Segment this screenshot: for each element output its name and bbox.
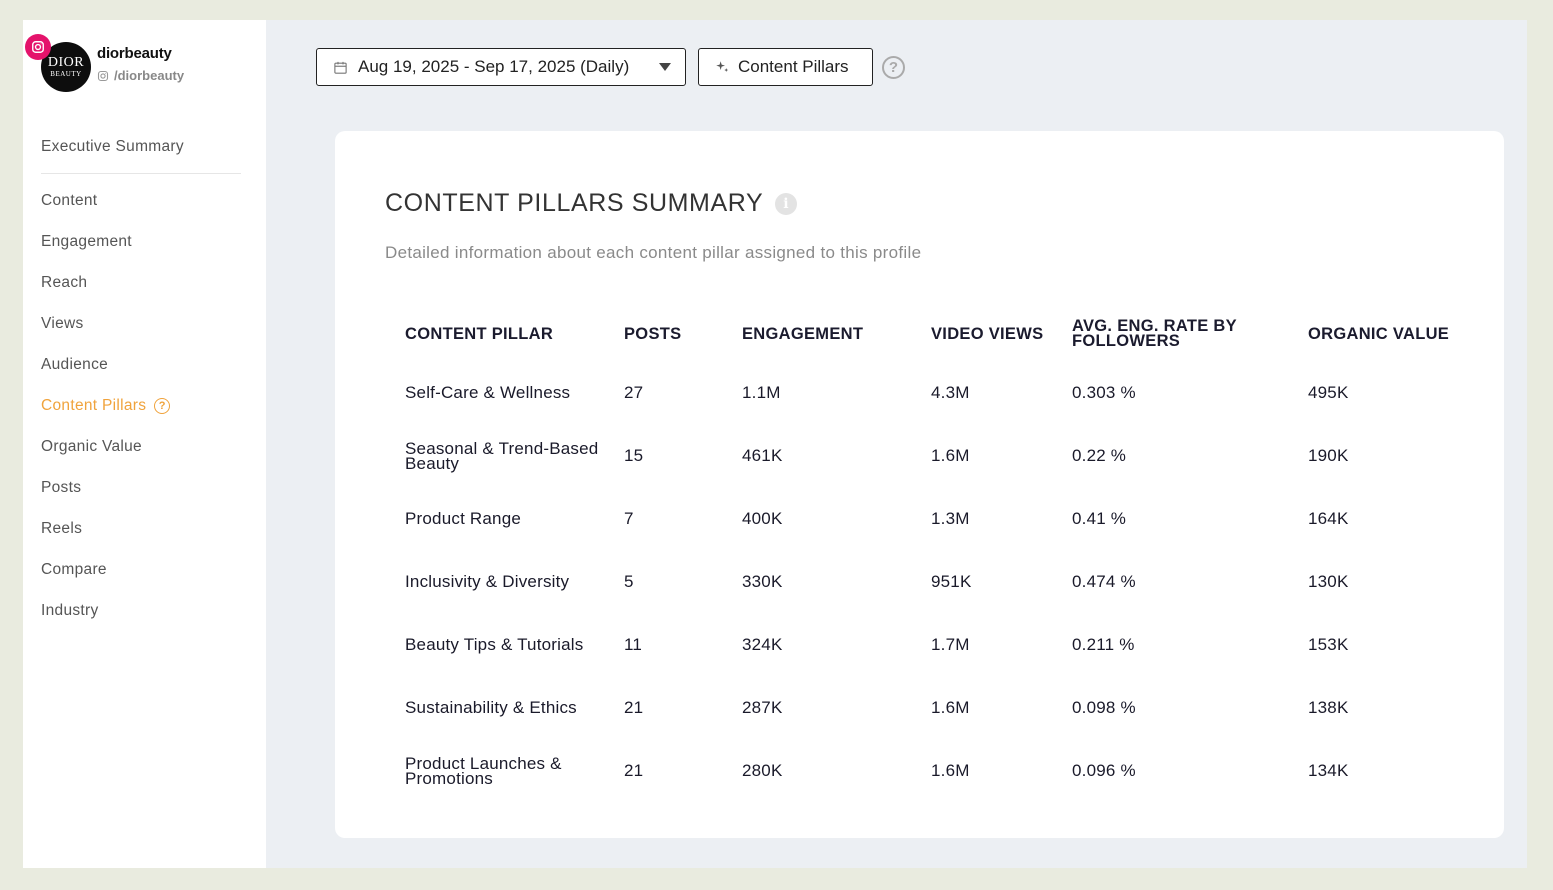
caret-down-icon <box>659 63 671 71</box>
nav-reach[interactable]: Reach <box>41 262 241 303</box>
cell-engagement: 400K <box>742 509 783 528</box>
cell-posts: 5 <box>624 572 634 591</box>
cell-avg-eng-rate: 0.474 % <box>1072 572 1136 591</box>
nav-audience[interactable]: Audience <box>41 344 241 385</box>
app-frame: DIOR BEAUTY diorbeauty /diorbeauty Execu… <box>0 0 1553 890</box>
nav-compare[interactable]: Compare <box>41 549 241 590</box>
content-pillars-summary-card: CONTENT PILLARS SUMMARY i Detailed infor… <box>335 131 1504 838</box>
cell-avg-eng-rate: 0.098 % <box>1072 698 1136 717</box>
card-title: CONTENT PILLARS SUMMARY i <box>385 189 798 218</box>
cell-engagement: 1.1M <box>742 383 781 402</box>
profile-handle-text: /diorbeauty <box>114 68 185 83</box>
table-row: Product Launches & Promotions 21 280K 1.… <box>405 739 1465 802</box>
header-video-views[interactable]: VIDEO VIEWS <box>931 325 1072 342</box>
cell-engagement: 324K <box>742 635 783 654</box>
header-avg-eng-rate[interactable]: AVG. ENG. RATE BY FOLLOWERS <box>1072 318 1308 350</box>
nav-posts[interactable]: Posts <box>41 467 241 508</box>
cell-organic-value: 190K <box>1308 446 1349 465</box>
cell-organic-value: 134K <box>1308 761 1349 780</box>
cell-posts: 7 <box>624 509 634 528</box>
cell-organic-value: 164K <box>1308 509 1349 528</box>
cell-pillar: Seasonal & Trend-Based Beauty <box>405 438 599 473</box>
cell-posts: 21 <box>624 698 644 717</box>
cell-organic-value: 138K <box>1308 698 1349 717</box>
help-circle-icon[interactable]: ? <box>882 55 905 79</box>
app-window: DIOR BEAUTY diorbeauty /diorbeauty Execu… <box>23 20 1527 868</box>
profile-name: diorbeauty <box>97 45 172 62</box>
table-row: Self-Care & Wellness 27 1.1M 4.3M 0.303 … <box>405 361 1465 424</box>
content-pillars-button[interactable]: Content Pillars <box>698 48 873 86</box>
cell-pillar: Inclusivity & Diversity <box>405 572 570 591</box>
cell-engagement: 280K <box>742 761 783 780</box>
card-subtitle: Detailed information about each content … <box>385 243 922 262</box>
cell-engagement: 330K <box>742 572 783 591</box>
profile-handle: /diorbeauty <box>97 68 184 83</box>
table-row: Seasonal & Trend-Based Beauty 15 461K 1.… <box>405 424 1465 487</box>
table-row: Product Range 7 400K 1.3M 0.41 % 164K <box>405 487 1465 550</box>
instagram-icon <box>25 34 51 60</box>
sidebar-nav: Executive Summary Content Engagement Rea… <box>41 126 241 631</box>
cell-avg-eng-rate: 0.41 % <box>1072 509 1127 528</box>
cell-video-views: 1.6M <box>931 446 970 465</box>
sparkle-icon <box>716 60 729 72</box>
content-pillars-table: CONTENT PILLAR POSTS ENGAGEMENT VIDEO VI… <box>405 307 1465 802</box>
cell-posts: 15 <box>624 446 644 465</box>
cell-pillar: Product Range <box>405 509 522 528</box>
header-posts[interactable]: POSTS <box>624 325 742 342</box>
table-row: Sustainability & Ethics 21 287K 1.6M 0.0… <box>405 676 1465 739</box>
cell-avg-eng-rate: 0.096 % <box>1072 761 1136 780</box>
nav-content-pillars[interactable]: Content Pillars ? <box>41 385 241 426</box>
cell-video-views: 1.7M <box>931 635 970 654</box>
info-icon[interactable]: i <box>775 192 798 215</box>
date-range-picker[interactable]: Aug 19, 2025 - Sep 17, 2025 (Daily) <box>316 48 686 86</box>
cell-pillar: Self-Care & Wellness <box>405 383 571 402</box>
header-engagement[interactable]: ENGAGEMENT <box>742 325 931 342</box>
header-organic-value[interactable]: ORGANIC VALUE <box>1308 325 1458 342</box>
instagram-small-icon <box>97 70 109 81</box>
cell-avg-eng-rate: 0.211 % <box>1072 635 1135 654</box>
table-header: CONTENT PILLAR POSTS ENGAGEMENT VIDEO VI… <box>405 307 1465 361</box>
nav-reels[interactable]: Reels <box>41 508 241 549</box>
nav-engagement[interactable]: Engagement <box>41 221 241 262</box>
table-row: Beauty Tips & Tutorials 11 324K 1.7M 0.2… <box>405 613 1465 676</box>
nav-content-pillars-label: Content Pillars <box>41 396 147 414</box>
cell-video-views: 1.3M <box>931 509 970 528</box>
cell-organic-value: 153K <box>1308 635 1349 654</box>
card-title-text: CONTENT PILLARS SUMMARY <box>385 189 764 217</box>
sidebar: DIOR BEAUTY diorbeauty /diorbeauty Execu… <box>23 20 266 868</box>
cell-engagement: 461K <box>742 446 783 465</box>
cell-video-views: 1.6M <box>931 761 970 780</box>
cell-organic-value: 495K <box>1308 383 1349 402</box>
cell-engagement: 287K <box>742 698 783 717</box>
cell-pillar: Product Launches & Promotions <box>405 753 562 788</box>
cell-posts: 27 <box>624 383 644 402</box>
profile-header[interactable]: DIOR BEAUTY diorbeauty /diorbeauty <box>25 34 261 96</box>
avatar-text-line2: BEAUTY <box>50 70 82 78</box>
nav-executive-summary[interactable]: Executive Summary <box>41 126 241 167</box>
nav-views[interactable]: Views <box>41 303 241 344</box>
calendar-icon <box>334 61 347 74</box>
header-content-pillar[interactable]: CONTENT PILLAR <box>405 325 624 342</box>
cell-video-views: 951K <box>931 572 972 591</box>
nav-industry[interactable]: Industry <box>41 590 241 631</box>
cell-pillar: Beauty Tips & Tutorials <box>405 635 584 654</box>
cell-avg-eng-rate: 0.303 % <box>1072 383 1136 402</box>
nav-divider <box>41 173 241 174</box>
cell-posts: 11 <box>624 635 643 654</box>
cell-pillar: Sustainability & Ethics <box>405 698 577 717</box>
avatar-text-line1: DIOR <box>47 55 85 70</box>
cell-avg-eng-rate: 0.22 % <box>1072 446 1127 465</box>
nav-content[interactable]: Content <box>41 180 241 221</box>
table-row: Inclusivity & Diversity 5 330K 951K 0.47… <box>405 550 1465 613</box>
cell-video-views: 4.3M <box>931 383 970 402</box>
toolbar: Aug 19, 2025 - Sep 17, 2025 (Daily) Cont… <box>316 48 905 86</box>
cell-organic-value: 130K <box>1308 572 1349 591</box>
help-circle-icon[interactable]: ? <box>154 397 171 414</box>
nav-organic-value[interactable]: Organic Value <box>41 426 241 467</box>
cell-posts: 21 <box>624 761 644 780</box>
cell-video-views: 1.6M <box>931 698 970 717</box>
date-range-label: Aug 19, 2025 - Sep 17, 2025 (Daily) <box>358 57 630 76</box>
content-pillars-button-label: Content Pillars <box>738 57 849 76</box>
